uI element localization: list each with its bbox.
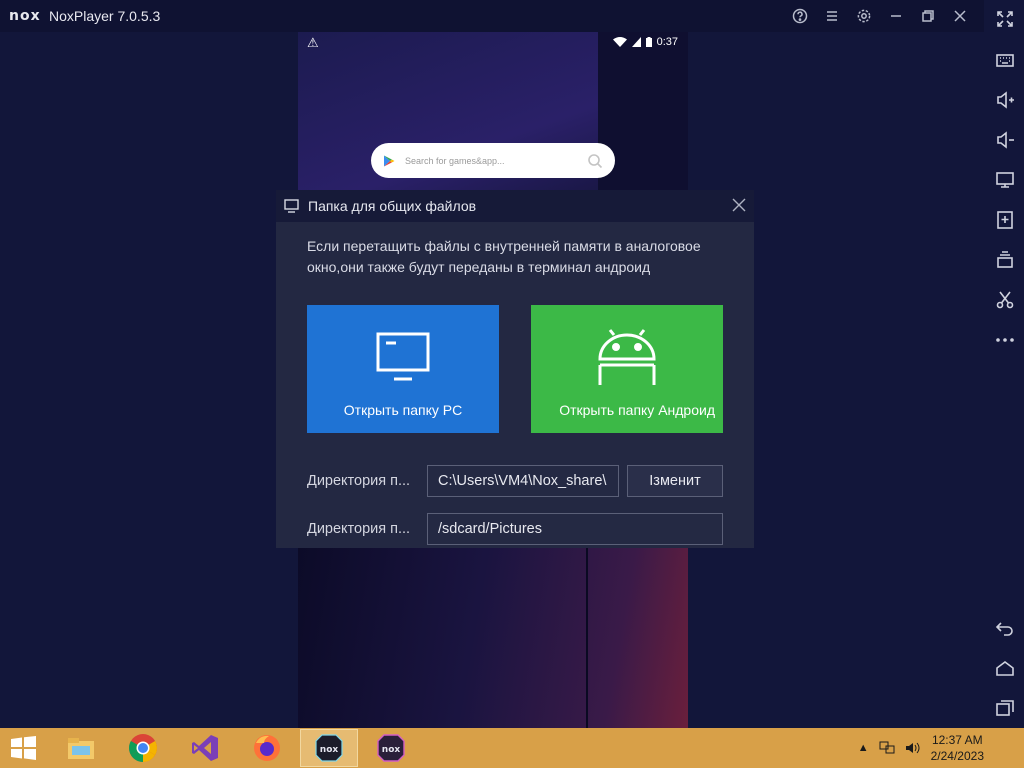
- dialog-title: Папка для общих файлов: [308, 198, 477, 214]
- help-icon[interactable]: [784, 0, 816, 32]
- nox-icon[interactable]: nox: [300, 729, 358, 767]
- close-icon[interactable]: [944, 0, 976, 32]
- wallpaper-divider: [586, 547, 588, 728]
- show-hidden-icons-icon[interactable]: ▲: [858, 742, 869, 754]
- screen-icon[interactable]: [994, 169, 1016, 191]
- search-placeholder[interactable]: Search for games&app...: [405, 156, 587, 166]
- search-icon[interactable]: [587, 153, 603, 169]
- open-android-folder-button[interactable]: Открыть папку Андроид: [531, 305, 723, 433]
- monitor-icon: [284, 199, 299, 213]
- system-tray: ▲ 12:37 AM 2/24/2023: [858, 728, 1024, 768]
- taskbar-clock[interactable]: 12:37 AM 2/24/2023: [931, 732, 984, 764]
- clock-date: 2/24/2023: [930, 749, 984, 763]
- nox-multi-icon[interactable]: nox: [362, 729, 420, 767]
- restore-icon[interactable]: [912, 0, 944, 32]
- pc-monitor-icon: [376, 332, 430, 381]
- multi-instance-icon[interactable]: [994, 249, 1016, 271]
- menu-icon[interactable]: [816, 0, 848, 32]
- app-title: NoxPlayer 7.0.5.3: [49, 8, 161, 24]
- svg-text:nox: nox: [382, 745, 401, 755]
- chrome-icon[interactable]: [114, 729, 172, 767]
- play-store-search-bar[interactable]: Search for games&app...: [371, 143, 615, 178]
- dialog-description: Если перетащить файлы с внутренней памят…: [307, 238, 701, 275]
- android-clock: 0:37: [656, 36, 678, 48]
- android-directory-label: Директория п...: [307, 521, 411, 537]
- window-controls: [784, 0, 976, 32]
- change-directory-button[interactable]: Ізменит: [627, 465, 723, 497]
- settings-icon[interactable]: [848, 0, 880, 32]
- add-apk-icon[interactable]: [994, 209, 1016, 231]
- android-directory-field[interactable]: /sdcard/Pictures: [427, 513, 723, 545]
- clock-time: 12:37 AM: [931, 733, 983, 747]
- play-store-icon: [384, 155, 395, 166]
- wallpaper-bottom: [298, 547, 688, 728]
- screenshot-icon[interactable]: [994, 289, 1016, 311]
- keyboard-icon[interactable]: [994, 49, 1016, 71]
- fullscreen-icon[interactable]: [994, 8, 1016, 30]
- network-icon[interactable]: [879, 741, 895, 755]
- pc-directory-field[interactable]: C:\Users\VM4\Nox_share\: [427, 465, 619, 497]
- dialog-header: Папка для общих файлов: [276, 190, 754, 222]
- open-android-folder-label: Открыть папку Андроид: [559, 402, 715, 418]
- wifi-icon: [612, 37, 627, 47]
- open-pc-folder-button[interactable]: Открыть папку PC: [307, 305, 499, 433]
- signal-icon: [631, 37, 641, 47]
- nox-logo: nox: [9, 8, 41, 24]
- back-icon[interactable]: [994, 617, 1016, 639]
- open-pc-folder-label: Открыть папку PC: [343, 402, 463, 418]
- firefox-icon[interactable]: [238, 729, 296, 767]
- android-status-bar: ⚠ 0:37: [298, 32, 688, 54]
- right-sidebar: [984, 0, 1024, 728]
- pc-directory-label: Директория п...: [307, 473, 411, 489]
- warning-icon: ⚠: [307, 35, 319, 50]
- title-bar: nox NoxPlayer 7.0.5.3: [0, 0, 1024, 32]
- visual-studio-icon[interactable]: [176, 729, 234, 767]
- file-explorer-icon[interactable]: [52, 729, 110, 767]
- home-icon[interactable]: [994, 657, 1016, 679]
- battery-icon: [645, 37, 652, 47]
- more-icon[interactable]: [994, 329, 1016, 351]
- windows-start-icon[interactable]: [6, 736, 40, 760]
- minimize-icon[interactable]: [880, 0, 912, 32]
- recent-apps-icon[interactable]: [994, 697, 1016, 719]
- close-dialog-icon[interactable]: [732, 198, 746, 212]
- windows-taskbar: nox nox ▲ 12:37 AM 2/24/2023: [0, 728, 1024, 768]
- volume-up-icon[interactable]: [994, 89, 1016, 111]
- android-robot-icon: [598, 329, 656, 385]
- shared-folder-dialog: Папка для общих файлов Если перетащить ф…: [276, 190, 754, 548]
- volume-down-icon[interactable]: [994, 129, 1016, 151]
- speaker-icon[interactable]: [905, 741, 921, 755]
- svg-text:nox: nox: [320, 745, 339, 755]
